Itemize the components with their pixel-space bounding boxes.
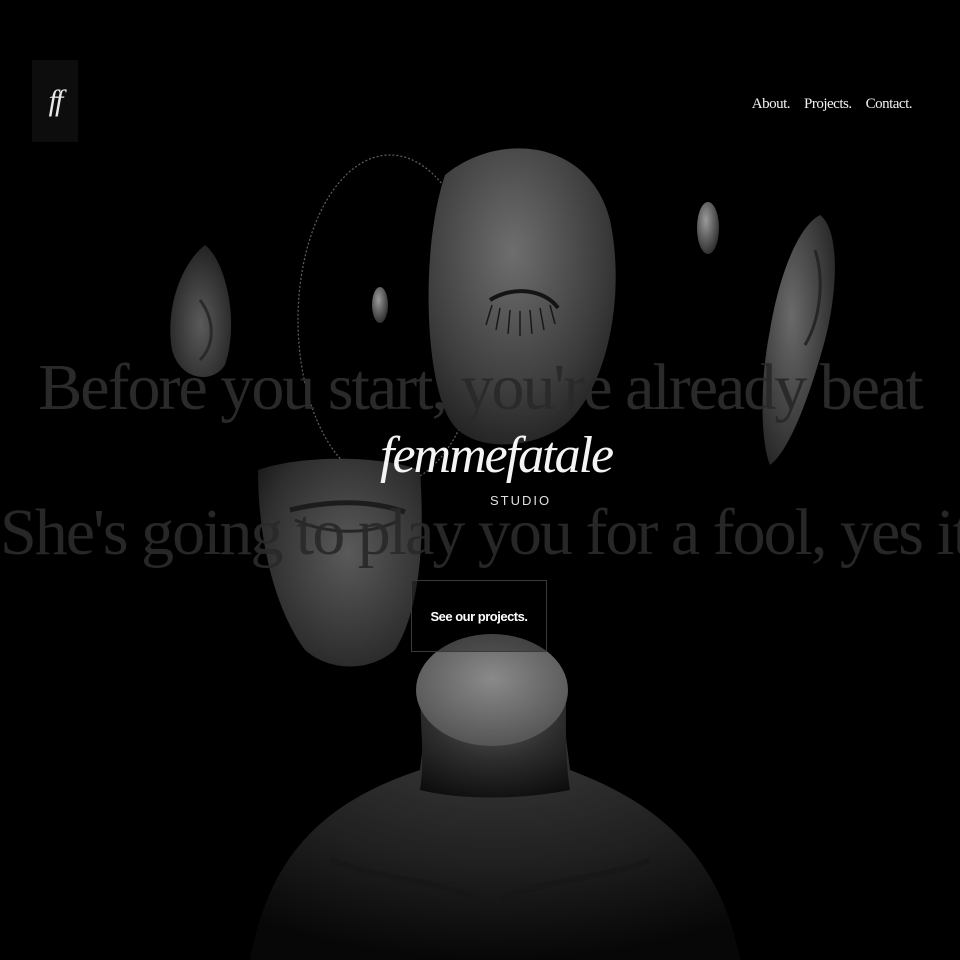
logo[interactable]: ff [32, 60, 78, 142]
brand-subtitle: STUDIO [490, 493, 552, 508]
see-projects-button[interactable]: See our projects. [411, 580, 547, 652]
nav-projects[interactable]: Projects. [804, 96, 852, 113]
nav-about[interactable]: About. [752, 96, 791, 113]
drop-right [697, 202, 719, 254]
right-ear [762, 215, 835, 465]
background-lyric-line-1: Before you start, you're already beat [38, 351, 923, 424]
logo-mark: ff [48, 84, 64, 117]
background-lyric-line-2: She's going to play you for a fool, yes … [0, 496, 960, 569]
drop-left [372, 287, 388, 323]
nav-contact[interactable]: Contact. [866, 96, 913, 113]
main-nav: About. Projects. Contact. [752, 96, 913, 113]
page: ff About. Projects. Contact. Before you … [0, 0, 960, 960]
brand-name: femmefatale [380, 427, 614, 484]
brand-wordmark: femmefatale STUDIO [380, 425, 614, 508]
